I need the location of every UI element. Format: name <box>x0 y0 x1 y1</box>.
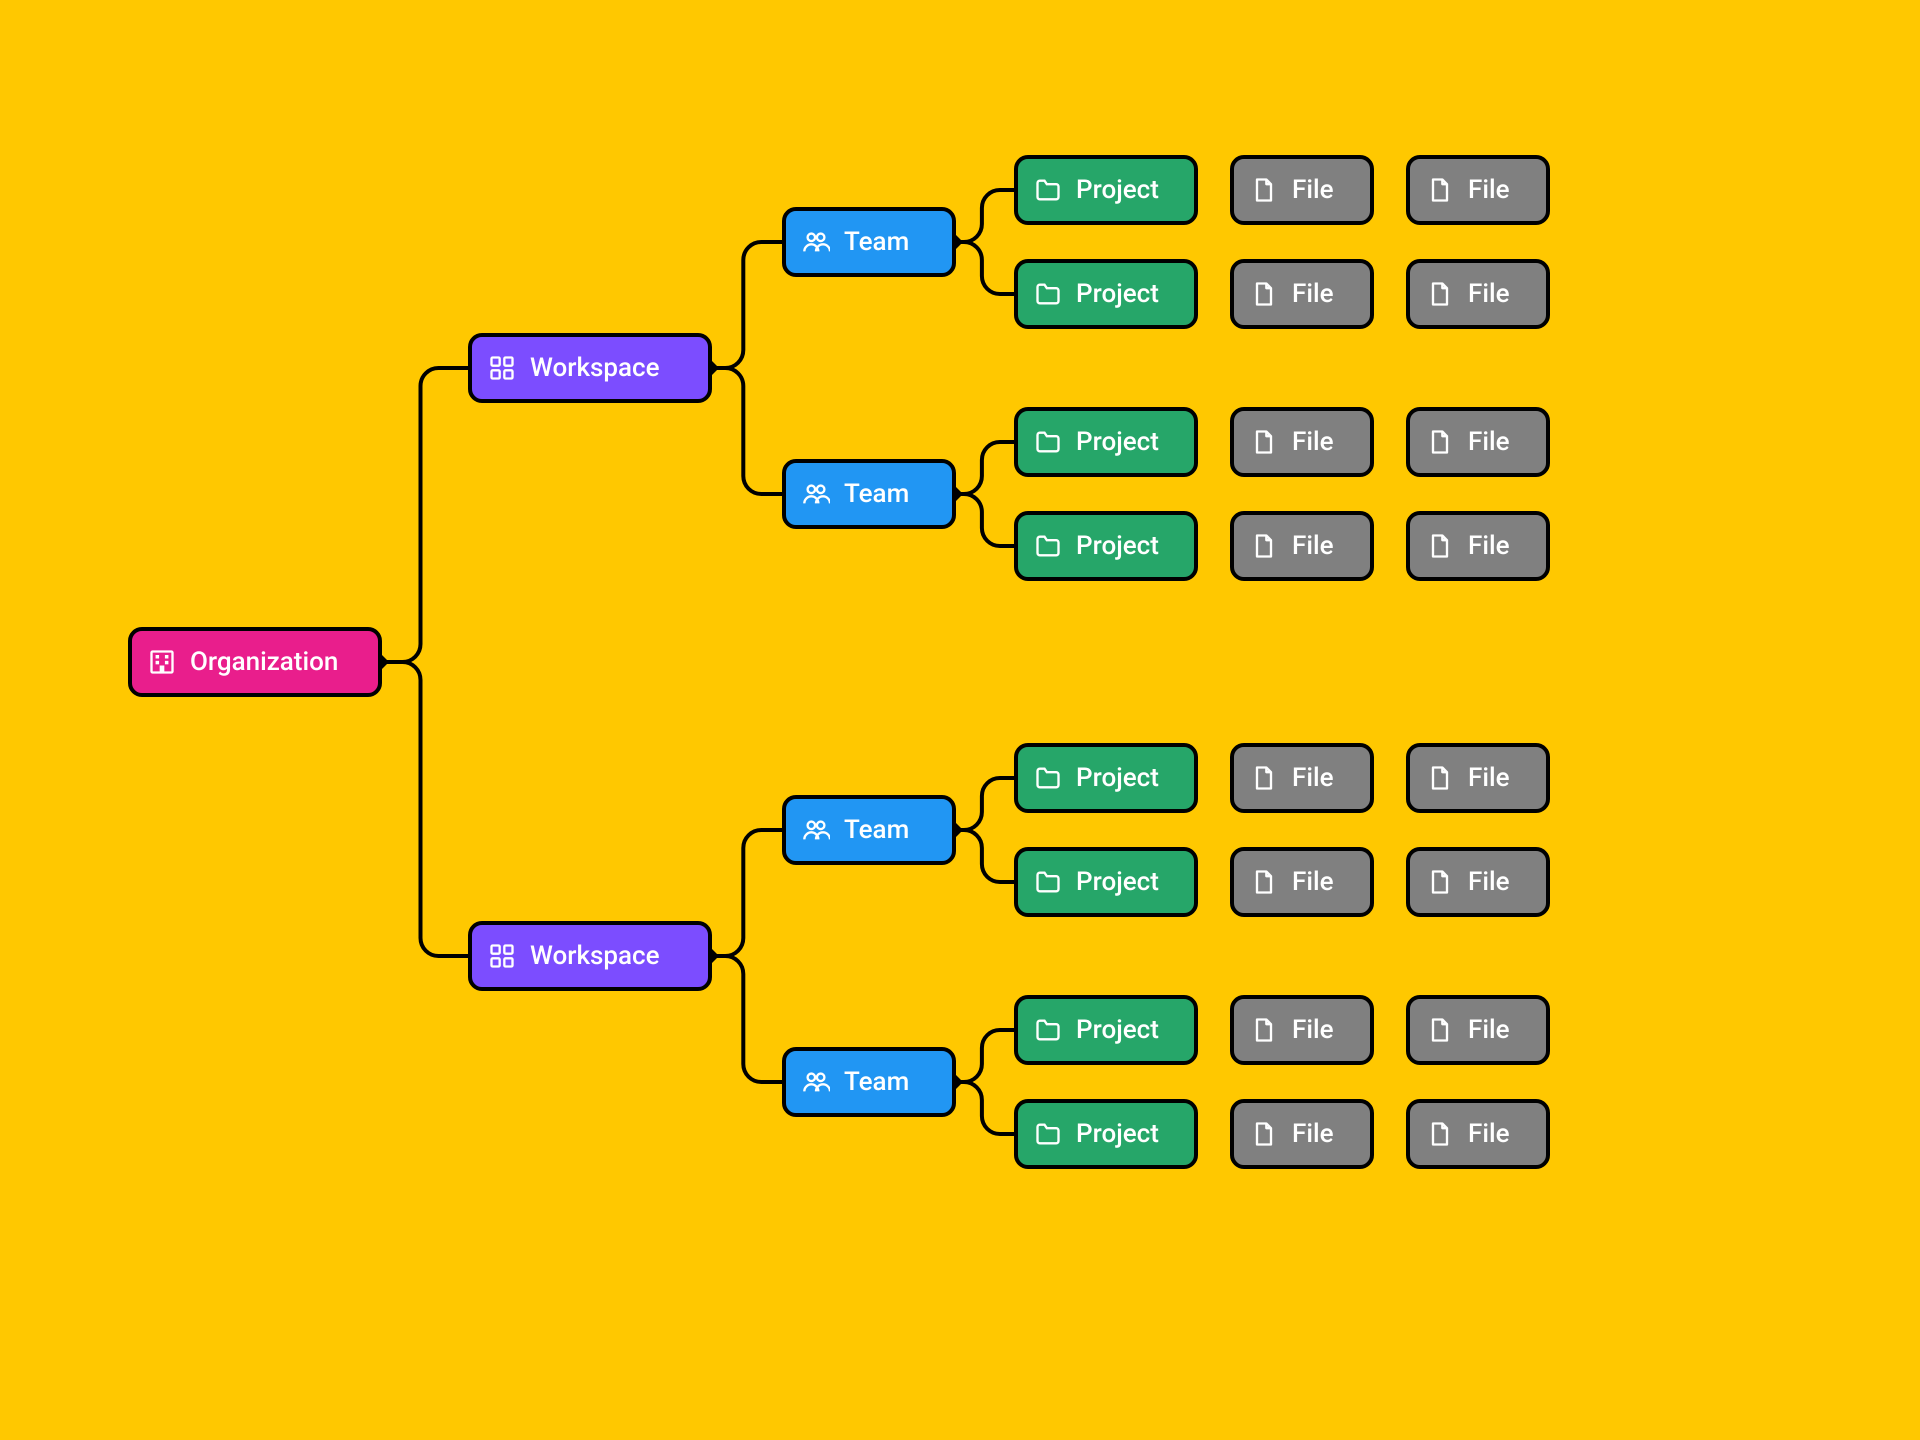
project-node: Project <box>1016 745 1196 811</box>
project-node: Project <box>1016 513 1196 579</box>
file-node-label: File <box>1292 531 1334 561</box>
file-node: File <box>1232 1101 1372 1167</box>
project-node: Project <box>1016 1101 1196 1167</box>
file-node-label: File <box>1468 175 1510 205</box>
team-node: Team <box>784 209 954 275</box>
organization-node: Organization <box>130 629 380 695</box>
project-node: Project <box>1016 157 1196 223</box>
file-node-label: File <box>1468 279 1510 309</box>
project-node-label: Project <box>1076 279 1159 309</box>
file-node-label: File <box>1468 867 1510 897</box>
project-node-label: Project <box>1076 867 1159 897</box>
hierarchy-diagram: Organization Workspace Team Project File File… <box>0 0 1920 1440</box>
project-node: Project <box>1016 997 1196 1063</box>
file-node: File <box>1232 409 1372 475</box>
team-node-label: Team <box>844 479 909 509</box>
file-node: File <box>1408 745 1548 811</box>
file-node-label: File <box>1468 1015 1510 1045</box>
organization-node-label: Organization <box>190 647 338 677</box>
file-node: File <box>1408 513 1548 579</box>
file-node: File <box>1232 261 1372 327</box>
file-node: File <box>1408 1101 1548 1167</box>
project-node: Project <box>1016 409 1196 475</box>
file-node: File <box>1232 157 1372 223</box>
file-node: File <box>1408 261 1548 327</box>
project-node-label: Project <box>1076 427 1159 457</box>
file-node-label: File <box>1292 279 1334 309</box>
team-node: Team <box>784 797 954 863</box>
workspace-node-label: Workspace <box>530 353 660 383</box>
file-node-label: File <box>1468 763 1510 793</box>
file-node-label: File <box>1292 1015 1334 1045</box>
team-node: Team <box>784 461 954 527</box>
workspace-node: Workspace <box>470 923 710 989</box>
file-node: File <box>1232 513 1372 579</box>
project-node-label: Project <box>1076 1119 1159 1149</box>
project-node-label: Project <box>1076 763 1159 793</box>
project-node: Project <box>1016 261 1196 327</box>
file-node-label: File <box>1292 1119 1334 1149</box>
workspace-node-label: Workspace <box>530 941 660 971</box>
team-node: Team <box>784 1049 954 1115</box>
team-node-label: Team <box>844 1067 909 1097</box>
file-node: File <box>1408 157 1548 223</box>
team-node-label: Team <box>844 815 909 845</box>
workspace-node: Workspace <box>470 335 710 401</box>
file-node-label: File <box>1468 427 1510 457</box>
file-node-label: File <box>1468 531 1510 561</box>
project-node: Project <box>1016 849 1196 915</box>
file-node: File <box>1408 409 1548 475</box>
file-node: File <box>1232 997 1372 1063</box>
connectors <box>371 190 1016 1134</box>
file-node: File <box>1408 849 1548 915</box>
team-node-label: Team <box>844 227 909 257</box>
file-node-label: File <box>1292 763 1334 793</box>
file-node-label: File <box>1292 427 1334 457</box>
file-node-label: File <box>1468 1119 1510 1149</box>
file-node: File <box>1408 997 1548 1063</box>
file-node-label: File <box>1292 867 1334 897</box>
file-node: File <box>1232 849 1372 915</box>
file-node-label: File <box>1292 175 1334 205</box>
project-node-label: Project <box>1076 531 1159 561</box>
project-node-label: Project <box>1076 1015 1159 1045</box>
project-node-label: Project <box>1076 175 1159 205</box>
file-node: File <box>1232 745 1372 811</box>
